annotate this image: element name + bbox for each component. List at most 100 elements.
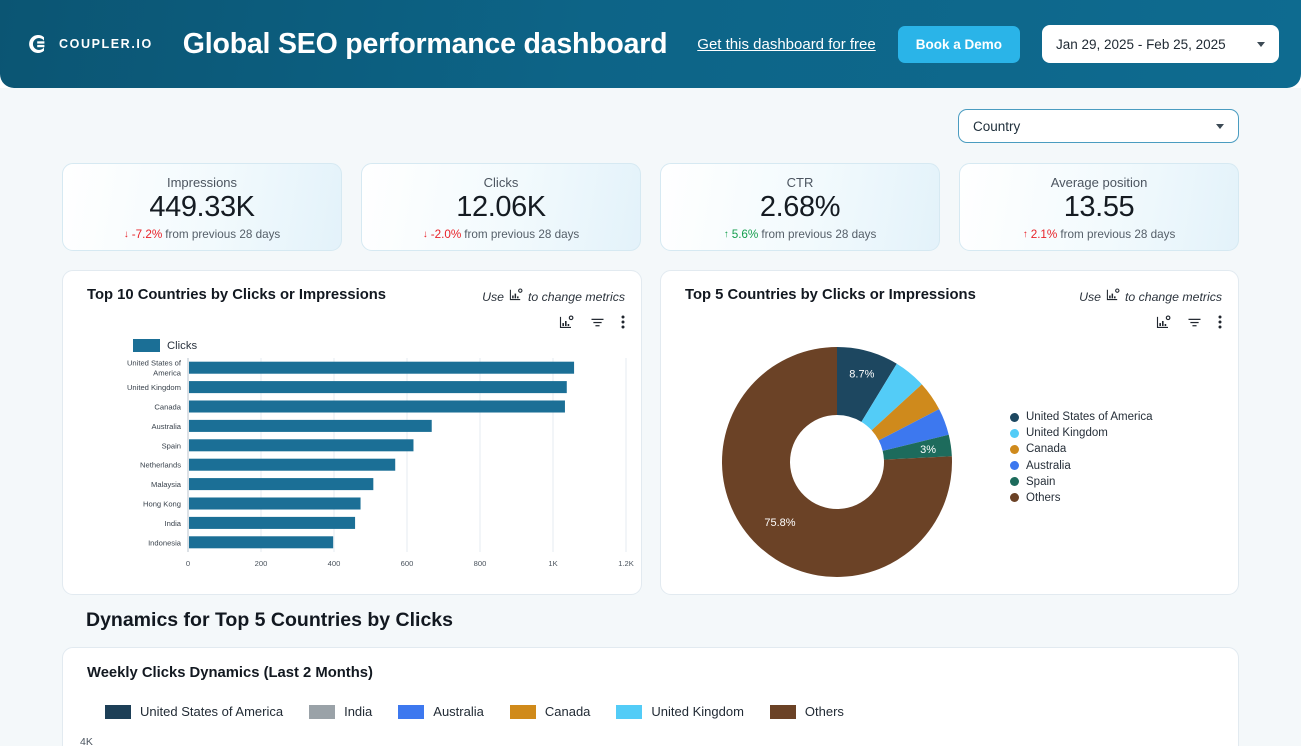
legend-label-clicks: Clicks [167,340,197,352]
dashboard-page: COUPLER.IO Global SEO performance dashbo… [0,0,1301,746]
bar-chart-legend: Clicks [133,339,197,352]
svg-text:Malaysia: Malaysia [151,480,182,489]
legend-label: Others [805,704,844,719]
legend-color-dot [1010,461,1019,470]
svg-text:United Kingdom: United Kingdom [127,383,181,392]
weekly-dynamics-legend: United States of America India Australia Ca… [105,704,844,719]
date-range-picker[interactable]: Jan 29, 2025 - Feb 25, 2025 [1042,25,1279,63]
kpi-value: 13.55 [1064,191,1135,224]
header-actions: Get this dashboard for free Book a Demo … [697,25,1279,63]
donut-legend-item[interactable]: United States of America [1010,411,1153,423]
weekly-legend-item[interactable]: India [309,704,372,719]
get-dashboard-link[interactable]: Get this dashboard for free [697,36,875,53]
weekly-dynamics-card: Weekly Clicks Dynamics (Last 2 Months) U… [62,647,1239,746]
page-title: Global SEO performance dashboard [183,28,668,61]
svg-text:75.8%: 75.8% [764,517,795,529]
kpi-delta-value: -2.0% [431,228,462,241]
weekly-legend-item[interactable]: United Kingdom [616,704,744,719]
book-demo-button[interactable]: Book a Demo [898,26,1020,63]
kpi-value: 2.68% [760,191,840,224]
kpi-card-impressions: Impressions 449.33K ↓-7.2%from previous … [62,163,342,251]
kpi-delta: ↑5.6%from previous 28 days [724,228,877,241]
kpi-delta-suffix: from previous 28 days [1060,228,1175,241]
legend-color-dot [1010,445,1019,454]
donut-chart-plot: 8.7% 3% 75.8% [661,271,1240,596]
legend-color-dot [1010,477,1019,486]
kpi-label: Clicks [484,175,519,190]
arrow-down-icon: ↓ [124,230,129,240]
chevron-down-icon [1257,42,1265,47]
y-axis-top-tick: 4K [80,736,93,746]
svg-text:Australia: Australia [151,422,181,431]
donut-legend-item[interactable]: Canada [1010,443,1153,455]
brand-name: COUPLER.IO [59,37,153,51]
chevron-down-icon [1216,124,1224,129]
arrow-up-icon: ↑ [1023,230,1028,240]
svg-text:Indonesia: Indonesia [148,538,182,547]
donut-legend-item[interactable]: Spain [1010,476,1153,488]
svg-text:0: 0 [186,559,190,568]
country-filter-dropdown[interactable]: Country [958,109,1239,143]
kpi-row: Impressions 449.33K ↓-7.2%from previous … [62,163,1239,251]
bar-chart-plot: United States ofAmerica United Kingdom Can… [63,271,643,596]
svg-text:Canada: Canada [154,403,181,412]
kpi-delta-value: 2.1% [1031,228,1058,241]
kpi-card-clicks: Clicks 12.06K ↓-2.0%from previous 28 day… [361,163,641,251]
legend-color-swatch [616,705,642,719]
donut-legend-item[interactable]: Australia [1010,460,1153,472]
country-filter-value: Country [973,119,1020,134]
brand-logo[interactable]: COUPLER.IO [24,31,153,57]
svg-text:200: 200 [255,559,268,568]
dynamics-section-title: Dynamics for Top 5 Countries by Clicks [86,609,453,632]
svg-text:3%: 3% [920,444,936,456]
kpi-delta-value: -7.2% [132,228,163,241]
svg-text:United States of: United States of [127,359,182,368]
weekly-legend-item[interactable]: Others [770,704,844,719]
legend-swatch-clicks [133,339,160,352]
svg-text:600: 600 [401,559,414,568]
kpi-label: CTR [787,175,814,190]
legend-label: Others [1026,492,1061,504]
kpi-delta: ↑2.1%from previous 28 days [1023,228,1176,241]
svg-text:America: America [153,369,182,378]
legend-label: Canada [545,704,591,719]
kpi-delta-value: 5.6% [732,228,759,241]
kpi-card-ctr: CTR 2.68% ↑5.6%from previous 28 days [660,163,940,251]
legend-color-dot [1010,429,1019,438]
svg-text:8.7%: 8.7% [849,368,874,380]
weekly-legend-item[interactable]: United States of America [105,704,283,719]
kpi-delta-suffix: from previous 28 days [464,228,579,241]
coupler-logo-icon [24,31,50,57]
kpi-card-average-position: Average position 13.55 ↑2.1%from previou… [959,163,1239,251]
legend-label: Canada [1026,443,1066,455]
donut-chart-legend: United States of America United Kingdom Ca… [1010,411,1153,504]
kpi-delta: ↓-7.2%from previous 28 days [124,228,281,241]
svg-text:400: 400 [328,559,341,568]
svg-text:1K: 1K [548,559,557,568]
svg-text:1.2K: 1.2K [618,559,634,568]
top-countries-bar-card: Top 10 Countries by Clicks or Impression… [62,270,642,595]
kpi-value: 12.06K [456,191,546,224]
weekly-dynamics-title: Weekly Clicks Dynamics (Last 2 Months) [87,665,373,681]
kpi-delta-suffix: from previous 28 days [761,228,876,241]
legend-color-swatch [510,705,536,719]
legend-label: United Kingdom [651,704,744,719]
weekly-legend-item[interactable]: Australia [398,704,484,719]
legend-color-swatch [770,705,796,719]
kpi-delta: ↓-2.0%from previous 28 days [423,228,580,241]
donut-legend-item[interactable]: United Kingdom [1010,427,1153,439]
svg-text:Hong Kong: Hong Kong [143,500,181,509]
arrow-up-icon: ↑ [724,230,729,240]
svg-text:Spain: Spain [162,441,181,450]
legend-label: United Kingdom [1026,427,1108,439]
app-header: COUPLER.IO Global SEO performance dashbo… [0,0,1301,88]
legend-color-dot [1010,493,1019,502]
legend-color-swatch [105,705,131,719]
legend-label: Australia [433,704,484,719]
donut-legend-item[interactable]: Others [1010,492,1153,504]
weekly-legend-item[interactable]: Canada [510,704,591,719]
legend-color-swatch [398,705,424,719]
legend-color-dot [1010,413,1019,422]
legend-label: Australia [1026,460,1071,472]
kpi-value: 449.33K [149,191,254,224]
